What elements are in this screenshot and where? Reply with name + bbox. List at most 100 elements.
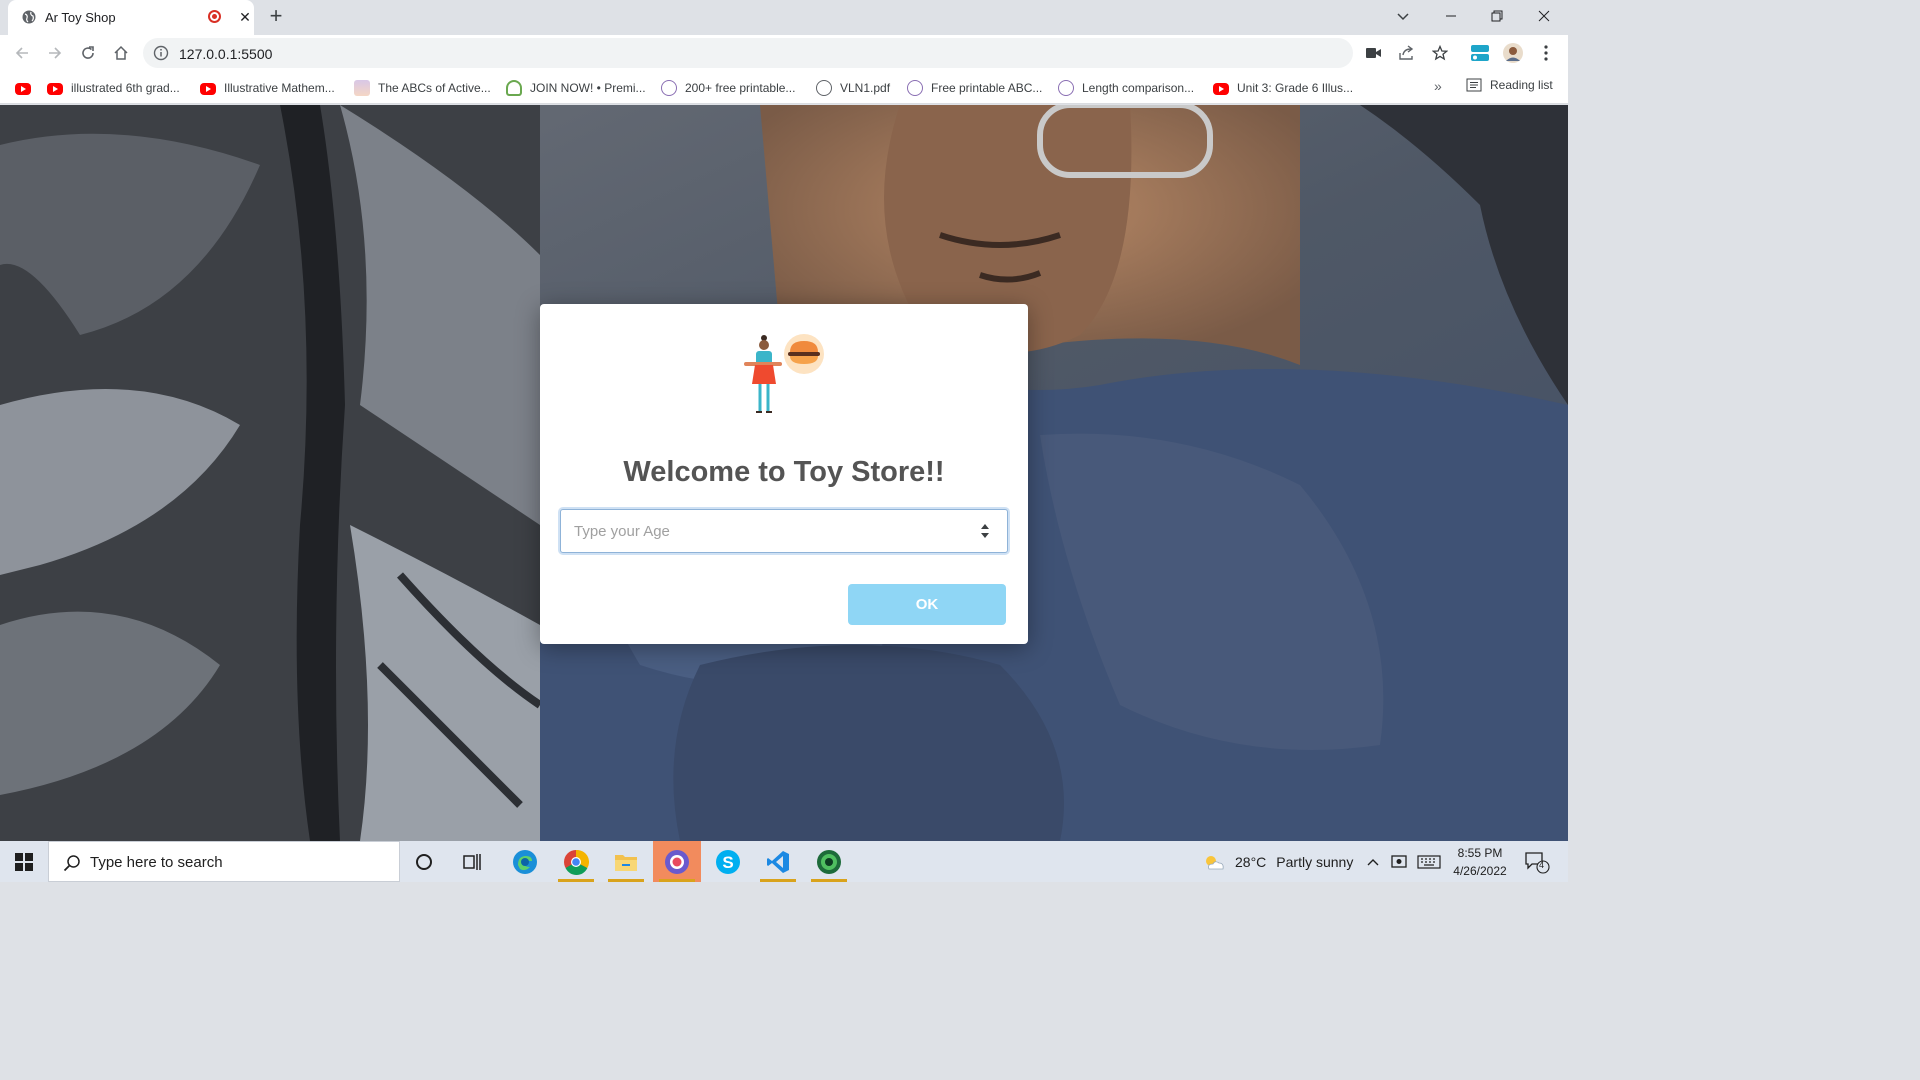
reading-list-label: Reading list	[1490, 78, 1553, 92]
extension-icon	[1471, 45, 1489, 61]
bookmark-label: Free printable ABC...	[931, 81, 1043, 95]
weather-temperature: 28°C	[1235, 853, 1267, 870]
profile-avatar[interactable]	[1501, 41, 1525, 65]
tab-strip: Ar Toy Shop ✕ +	[0, 0, 1568, 35]
bookmark-youtube[interactable]	[15, 79, 39, 97]
task-view-icon	[463, 853, 481, 870]
bookmark-item[interactable]: 200+ free printable...	[661, 79, 795, 97]
bookmark-label: Length comparison...	[1082, 81, 1195, 95]
tab-title: Ar Toy Shop	[45, 10, 116, 25]
bookmark-label: VLN1.pdf	[840, 81, 891, 95]
svg-text:S: S	[722, 853, 733, 872]
youtube-icon	[1213, 83, 1229, 95]
search-icon	[63, 855, 80, 872]
bookmark-label: Unit 3: Grade 6 Illus...	[1237, 81, 1354, 95]
bookmark-item[interactable]: Free printable ABC...	[907, 79, 1042, 97]
bookmark-item[interactable]: illustrated 6th grad...	[47, 79, 180, 97]
site-icon	[1058, 80, 1074, 96]
address-bar[interactable]: 127.0.0.1:5500	[143, 38, 1353, 68]
cortana-button[interactable]	[400, 841, 448, 882]
chevron-up-icon	[1367, 858, 1379, 865]
clock-date: 4/26/2022	[1453, 864, 1507, 878]
skype-app[interactable]: S	[704, 841, 752, 882]
bookmark-item[interactable]: VLN1.pdf	[816, 79, 890, 97]
bookmark-star-button[interactable]	[1428, 41, 1452, 65]
camera-in-use-button[interactable]	[1362, 41, 1386, 65]
chevron-down-icon	[1397, 13, 1409, 21]
edge-app[interactable]	[501, 841, 549, 882]
vscode-app[interactable]	[754, 841, 802, 882]
minimize-icon	[1446, 15, 1456, 17]
bookmark-item[interactable]: The ABCs of Active...	[354, 79, 491, 97]
reading-list-button[interactable]: Reading list	[1466, 78, 1553, 92]
site-icon	[506, 80, 522, 96]
site-icon	[354, 80, 370, 96]
meet-now-icon	[1391, 854, 1407, 868]
back-button[interactable]	[8, 39, 36, 67]
taskbar-search[interactable]: Type here to search	[48, 841, 400, 882]
tab-close-icon[interactable]: ✕	[234, 6, 256, 28]
cortana-icon	[416, 853, 432, 870]
toy-store-illustration	[744, 334, 824, 413]
weather-widget[interactable]: 28°C Partly sunny	[1203, 841, 1353, 882]
youtube-icon	[47, 83, 63, 95]
share-icon	[1399, 45, 1414, 60]
start-button[interactable]	[0, 841, 48, 882]
bookmark-label: Illustrative Mathem...	[224, 81, 335, 95]
notification-count: 4	[1539, 860, 1545, 870]
reload-button[interactable]	[74, 39, 102, 67]
skype-icon: S	[716, 849, 740, 874]
edge-dev-app[interactable]	[805, 841, 853, 882]
browser-toolbar: 127.0.0.1:5500	[0, 35, 1568, 71]
notification-icon	[1525, 851, 1550, 874]
bookmark-item[interactable]: Illustrative Mathem...	[200, 79, 335, 97]
video-camera-icon	[1366, 48, 1381, 58]
bookmark-item[interactable]: Length comparison...	[1058, 79, 1194, 97]
number-stepper-icon[interactable]	[978, 521, 992, 541]
windows-logo-icon	[15, 852, 33, 871]
browser-tab[interactable]: Ar Toy Shop ✕	[8, 0, 254, 35]
close-window-button[interactable]	[1521, 0, 1567, 32]
bookmarks-overflow-button[interactable]: »	[1434, 78, 1442, 94]
chrome-app[interactable]	[552, 841, 600, 882]
bookmark-label: illustrated 6th grad...	[71, 81, 180, 95]
globe-icon	[816, 80, 832, 96]
meet-now-button[interactable]	[1391, 841, 1409, 882]
ok-button[interactable]: OK	[848, 584, 1006, 625]
keyboard-icon	[1417, 854, 1441, 869]
show-hidden-icons-button[interactable]	[1366, 841, 1380, 882]
keyboard-button[interactable]	[1417, 841, 1441, 882]
action-center-button[interactable]: 4	[1524, 841, 1550, 882]
bookmark-label: JOIN NOW! • Premi...	[530, 81, 646, 95]
forward-arrow-icon	[49, 47, 62, 59]
edge-icon	[513, 849, 537, 874]
forward-button[interactable]	[41, 39, 69, 67]
extensions-button[interactable]	[1468, 41, 1492, 65]
task-view-button[interactable]	[449, 841, 497, 882]
menu-button[interactable]	[1534, 41, 1558, 65]
info-icon[interactable]	[153, 45, 169, 61]
file-explorer-app[interactable]	[602, 841, 650, 882]
bookmark-label: 200+ free printable...	[685, 81, 796, 95]
chrome-app-active[interactable]	[653, 841, 701, 882]
new-tab-button[interactable]: +	[264, 5, 288, 29]
recording-indicator-icon	[208, 10, 221, 23]
minimize-button[interactable]	[1428, 0, 1474, 32]
bookmarks-bar: illustrated 6th grad... Illustrative Mat…	[0, 71, 1568, 104]
reload-icon	[82, 46, 94, 59]
chrome-icon	[564, 849, 589, 875]
star-icon	[1432, 45, 1448, 61]
page-viewport: Welcome to Toy Store!! OK	[0, 105, 1568, 841]
chrome-icon	[665, 849, 689, 874]
bookmark-item[interactable]: Unit 3: Grade 6 Illus...	[1213, 79, 1353, 97]
age-dialog: Welcome to Toy Store!! OK	[540, 304, 1028, 644]
share-button[interactable]	[1395, 41, 1419, 65]
home-button[interactable]	[107, 39, 135, 67]
restore-button[interactable]	[1474, 0, 1520, 32]
avatar-icon	[1503, 43, 1523, 63]
bookmark-item[interactable]: JOIN NOW! • Premi...	[506, 79, 646, 97]
weather-condition: Partly sunny	[1276, 853, 1354, 870]
tab-search-button[interactable]	[1380, 0, 1426, 32]
taskbar-clock[interactable]: 8:55 PM 4/26/2022	[1440, 844, 1520, 880]
age-input[interactable]	[560, 509, 1008, 553]
